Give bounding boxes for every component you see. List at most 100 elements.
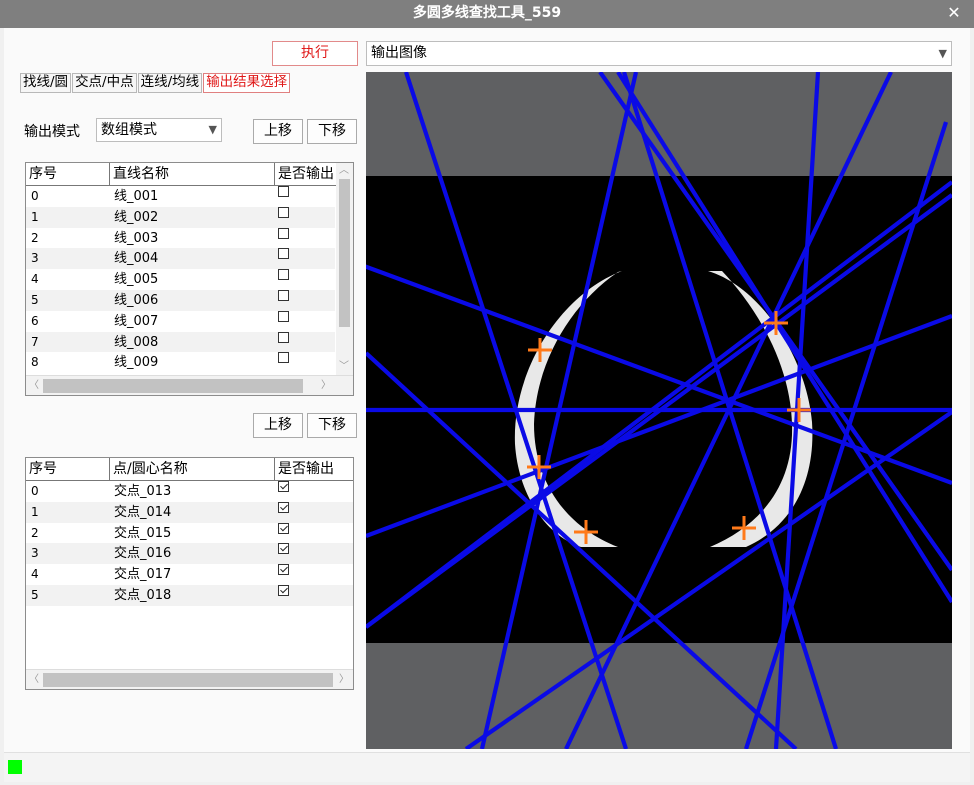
row-name: 线_002 [114, 209, 159, 225]
row-index: 0 [31, 189, 39, 203]
output-checkbox[interactable] [278, 290, 289, 301]
row-index: 1 [31, 504, 39, 519]
output-checkbox[interactable] [278, 186, 289, 197]
table-row[interactable]: 7 线_008 [26, 331, 335, 353]
points-horizontal-scrollbar[interactable]: 〈 〉 [26, 669, 353, 689]
result-image [363, 70, 954, 751]
output-image-select-value: 输出图像 [371, 45, 427, 61]
row-name: 线_008 [114, 334, 159, 350]
close-icon[interactable]: ✕ [944, 1, 964, 25]
output-checkbox[interactable] [278, 227, 289, 239]
row-name: 交点_015 [114, 525, 172, 541]
output-image-select[interactable]: 输出图像 ▼ [366, 41, 952, 66]
row-index: 5 [31, 293, 39, 307]
output-checkbox[interactable] [278, 481, 289, 492]
fitted-lines [363, 70, 954, 751]
points-horizontal-scroll-thumb[interactable] [43, 673, 333, 687]
output-checkbox[interactable] [278, 248, 289, 260]
row-name: 交点_013 [114, 484, 172, 499]
row-name: 线_006 [114, 293, 159, 308]
output-checkbox[interactable] [278, 352, 289, 364]
row-index: 8 [31, 355, 39, 370]
table-row[interactable]: 0 交点_013 [26, 481, 353, 502]
lines-table-header: 序号 直线名称 是否输出 [26, 163, 353, 186]
move-down-button-points[interactable]: 下移 [307, 413, 357, 438]
column-header-output[interactable]: 是否输出 [275, 458, 353, 480]
row-index: 4 [31, 272, 39, 287]
output-checkbox[interactable] [278, 501, 289, 513]
output-checkbox[interactable] [278, 585, 289, 596]
tab-output-selection[interactable]: 输出结果选择 [203, 73, 291, 93]
row-index: 2 [31, 525, 39, 540]
scroll-down-icon[interactable]: ﹀ [337, 359, 351, 375]
lines-vertical-scrollbar[interactable]: ︿ ﹀ [336, 163, 353, 375]
tab-strip: 找线/圆 交点/中点 连线/均线 输出结果选择 [20, 73, 291, 93]
points-table: 序号 点/圆心名称 是否输出 0 交点_013 1 交点_014 2 交点_015 3 交点_… [25, 457, 354, 690]
table-row[interactable]: 4 交点_017 [26, 564, 353, 585]
status-indicator [8, 760, 22, 774]
table-row[interactable]: 0 线_001 [26, 186, 335, 207]
lines-vertical-scroll-thumb[interactable] [339, 179, 350, 327]
table-row[interactable]: 2 线_003 [26, 227, 335, 249]
output-checkbox[interactable] [278, 543, 289, 555]
lines-horizontal-scroll-thumb[interactable] [43, 379, 303, 393]
column-header-index[interactable]: 序号 [26, 163, 110, 185]
row-name: 交点_016 [114, 546, 172, 562]
scroll-up-icon[interactable]: ︿ [337, 163, 351, 179]
row-index: 2 [31, 230, 39, 245]
image-view[interactable] [363, 70, 954, 751]
row-index: 5 [31, 588, 39, 602]
column-header-index[interactable]: 序号 [26, 458, 110, 480]
output-checkbox[interactable] [278, 310, 289, 322]
chevron-down-icon: ▼ [938, 47, 947, 60]
column-header-output[interactable]: 是否输出 [275, 163, 337, 185]
move-down-button-lines[interactable]: 下移 [307, 119, 357, 144]
table-row[interactable]: 3 线_004 [26, 248, 335, 270]
table-row[interactable]: 3 交点_016 [26, 543, 353, 565]
output-checkbox[interactable] [278, 269, 289, 281]
table-row[interactable]: 5 线_006 [26, 290, 335, 311]
table-row[interactable]: 6 线_007 [26, 310, 335, 332]
output-checkbox[interactable] [278, 564, 289, 576]
tab-intersection-midpoint[interactable]: 交点/中点 [72, 73, 137, 93]
move-up-button-lines[interactable]: 上移 [253, 119, 303, 144]
table-row[interactable]: 2 交点_015 [26, 522, 353, 544]
column-header-point-name[interactable]: 点/圆心名称 [110, 458, 275, 480]
table-row[interactable]: 5 交点_018 [26, 585, 353, 606]
output-checkbox[interactable] [278, 331, 289, 343]
output-mode-value: 数组模式 [101, 122, 157, 138]
scroll-right-icon[interactable]: 〉 [319, 378, 333, 394]
row-name: 线_001 [114, 189, 159, 204]
client-area: 执行 输出图像 ▼ 找线/圆 交点/中点 连线/均线 输出结果选择 输出模式 数组模式… [4, 28, 970, 782]
row-name: 线_003 [114, 230, 159, 246]
row-name: 线_004 [114, 251, 159, 267]
title-bar: 多圆多线查找工具_559 ✕ [0, 0, 974, 28]
output-checkbox[interactable] [278, 522, 289, 534]
output-mode-select[interactable]: 数组模式 ▼ [96, 118, 222, 142]
row-index: 3 [31, 546, 39, 561]
tab-find-line-circle[interactable]: 找线/圆 [20, 73, 72, 93]
table-row[interactable]: 8 线_009 [26, 352, 335, 373]
tab-connect-average[interactable]: 连线/均线 [137, 73, 203, 93]
scroll-left-icon[interactable]: 〈 [27, 378, 41, 394]
column-header-line-name[interactable]: 直线名称 [110, 163, 275, 185]
row-name: 线_007 [114, 313, 159, 329]
window-title: 多圆多线查找工具_559 [412, 5, 562, 21]
row-name: 交点_018 [114, 588, 172, 603]
scroll-right-icon[interactable]: 〉 [337, 672, 351, 688]
row-name: 线_009 [114, 355, 159, 371]
lines-horizontal-scrollbar[interactable]: 〈 〉 [26, 375, 353, 395]
run-button[interactable]: 执行 [272, 41, 358, 66]
move-up-button-points[interactable]: 上移 [253, 413, 303, 438]
row-name: 线_005 [114, 272, 159, 288]
row-index: 4 [31, 567, 39, 582]
table-row[interactable]: 4 线_005 [26, 269, 335, 290]
row-index: 7 [31, 334, 39, 349]
table-row[interactable]: 1 线_002 [26, 206, 335, 228]
scroll-left-icon[interactable]: 〈 [27, 672, 41, 688]
output-checkbox[interactable] [278, 206, 289, 218]
row-name: 交点_014 [114, 504, 172, 520]
row-index: 6 [31, 313, 39, 328]
table-row[interactable]: 1 交点_014 [26, 501, 353, 523]
row-name: 交点_017 [114, 567, 172, 583]
